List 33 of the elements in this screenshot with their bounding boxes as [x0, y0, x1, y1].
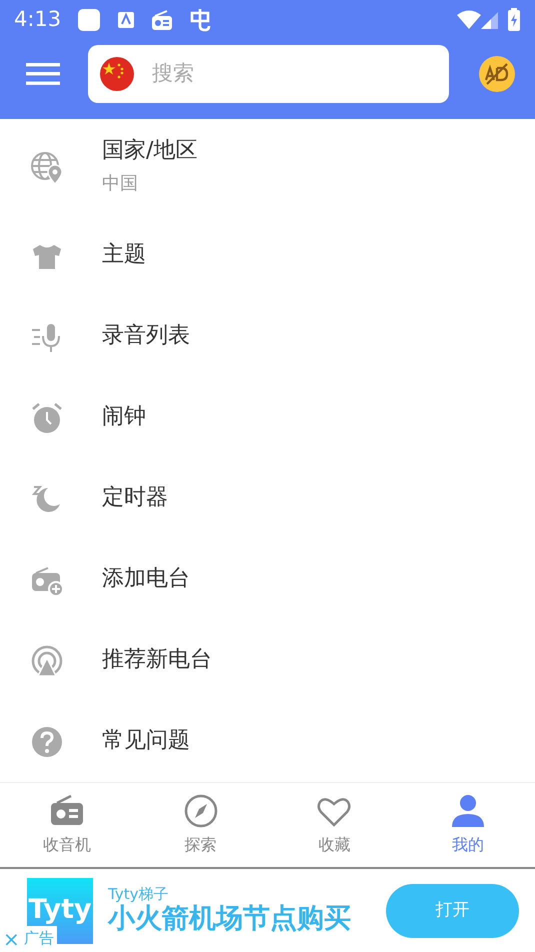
menu-item[interactable]: 定时器	[102, 484, 168, 513]
notification-icon	[77, 8, 102, 32]
clock-text: 4:13	[14, 6, 62, 34]
menu-button[interactable]	[26, 61, 60, 86]
app-icon	[117, 11, 136, 29]
person-icon	[450, 793, 486, 829]
alarm-clock-icon	[30, 400, 64, 434]
globe-pin-icon	[30, 150, 64, 184]
battery-icon	[507, 8, 521, 32]
menu-item[interactable]: 国家/地区	[102, 137, 198, 166]
flag-icon	[100, 56, 134, 90]
nav-tab[interactable]: 收藏	[268, 783, 402, 867]
menu-item[interactable]: 闹钟	[102, 403, 146, 432]
nav-tab[interactable]: 我的	[401, 783, 535, 867]
compass-icon	[182, 793, 219, 829]
help-icon	[30, 724, 64, 758]
nav-tab[interactable]: 收音机	[0, 783, 134, 867]
broadcast-icon	[30, 644, 64, 678]
search-field[interactable]: 搜索	[88, 44, 449, 102]
ad-brand: Tyty梯子	[108, 886, 170, 903]
menu-item[interactable]: 主题	[102, 241, 146, 270]
nav-tab[interactable]: 探索	[134, 783, 268, 867]
radio-icon	[151, 9, 174, 31]
menu-item[interactable]: 推荐新电台	[102, 646, 212, 675]
menu-item[interactable]: 添加电台	[102, 565, 190, 594]
ad-label: 广告	[24, 929, 54, 949]
menu-item[interactable]: 常见问题	[102, 727, 190, 756]
setting-value: 中国	[102, 172, 139, 196]
signal-icon	[481, 10, 499, 30]
ad-headline: 小火箭机场节点购买	[108, 902, 351, 935]
search-input[interactable]: 搜索	[150, 56, 437, 90]
no-ads-button[interactable]	[479, 56, 515, 92]
menu-item[interactable]: 录音列表	[102, 322, 190, 351]
